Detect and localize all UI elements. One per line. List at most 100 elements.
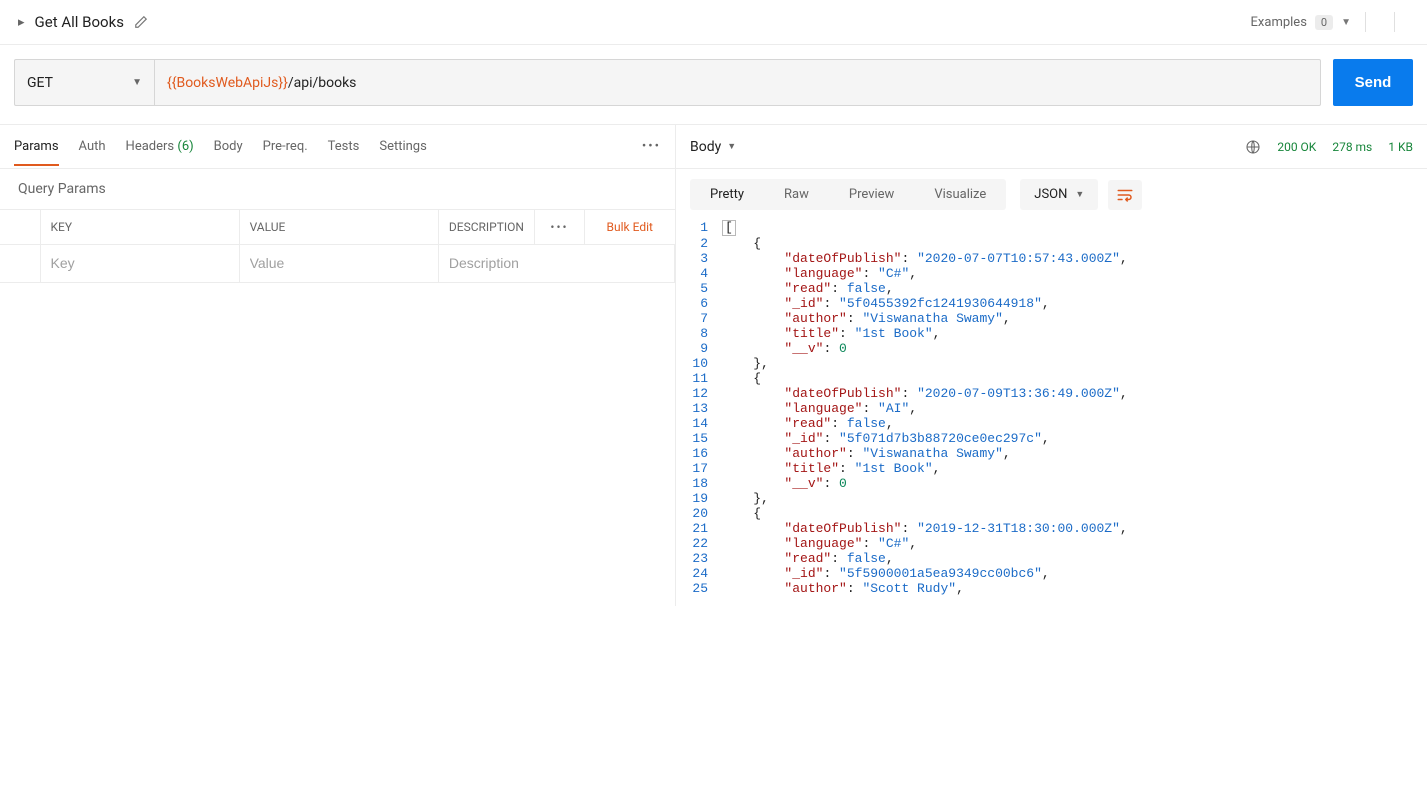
line-number: 1 [676,220,722,236]
code-line: 25 "author": "Scott Rudy", [676,581,1427,596]
format-value: JSON [1034,187,1067,202]
view-preview[interactable]: Preview [829,179,914,210]
send-button[interactable]: Send [1333,59,1413,106]
param-key-input[interactable] [51,255,229,271]
code-line: 19 }, [676,491,1427,506]
line-number: 13 [676,401,722,416]
code-line: 18 "__v": 0 [676,476,1427,491]
line-number: 2 [676,236,722,251]
line-content: "dateOfPublish": "2020-07-09T13:36:49.00… [722,386,1128,401]
tab-headers-label: Headers [126,139,175,154]
code-line: 4 "language": "C#", [676,266,1427,281]
response-body-tab[interactable]: Body ▼ [690,139,736,155]
more-icon[interactable]: ••• [642,139,661,154]
request-name[interactable]: Get All Books [35,13,124,31]
expand-icon[interactable]: ▸ [18,15,25,30]
globe-icon[interactable] [1245,139,1261,155]
tab-settings[interactable]: Settings [379,127,426,166]
line-content: "__v": 0 [722,341,847,356]
line-content: { [722,506,761,521]
url-path: /api/books [288,75,357,91]
examples-label: Examples [1251,15,1307,30]
code-line: 7 "author": "Viswanatha Swamy", [676,311,1427,326]
tab-params[interactable]: Params [14,127,59,166]
param-desc-input[interactable] [449,255,664,271]
wrap-lines-icon[interactable] [1108,180,1142,210]
line-content: "dateOfPublish": "2019-12-31T18:30:00.00… [722,521,1128,536]
line-content: { [722,371,761,386]
response-code[interactable]: 1[2 {3 "dateOfPublish": "2020-07-07T10:5… [676,220,1427,606]
line-number: 12 [676,386,722,401]
line-content: "title": "1st Book", [722,326,940,341]
tab-headers[interactable]: Headers (6) [126,127,194,166]
line-number: 5 [676,281,722,296]
tab-prereq[interactable]: Pre-req. [263,127,308,166]
code-line: 14 "read": false, [676,416,1427,431]
method-select[interactable]: GET ▼ [15,60,155,105]
response-tab-label: Body [690,139,721,155]
method-value: GET [27,75,53,91]
line-content: "language": "C#", [722,266,917,281]
line-content: "author": "Viswanatha Swamy", [722,446,1011,461]
response-size: 1 KB [1388,140,1413,154]
response-pane: Body ▼ 200 OK 278 ms 1 KB Pretty Raw Pre… [676,125,1427,606]
line-content: "title": "1st Book", [722,461,940,476]
code-line: 15 "_id": "5f071d7b3b88720ce0ec297c", [676,431,1427,446]
line-number: 9 [676,341,722,356]
line-number: 20 [676,506,722,521]
examples-count: 0 [1315,15,1333,30]
col-more-icon[interactable]: ••• [535,210,585,245]
bulk-edit-link[interactable]: Bulk Edit [585,210,675,245]
line-content: "_id": "5f071d7b3b88720ce0ec297c", [722,431,1050,446]
line-content: "_id": "5f0455392fc1241930644918", [722,296,1050,311]
code-line: 22 "language": "C#", [676,536,1427,551]
param-row [0,245,675,283]
line-number: 3 [676,251,722,266]
line-number: 4 [676,266,722,281]
chevron-down-icon: ▼ [1075,189,1084,200]
line-content: "language": "C#", [722,536,917,551]
examples-dropdown[interactable]: Examples 0 ▼ [1251,15,1351,30]
tab-body[interactable]: Body [214,127,243,166]
format-select[interactable]: JSON ▼ [1020,179,1098,210]
line-number: 23 [676,551,722,566]
line-number: 16 [676,446,722,461]
chevron-down-icon: ▼ [132,77,142,88]
tab-tests[interactable]: Tests [328,127,360,166]
url-row: GET ▼ {{BooksWebApiJs}}/api/books Send [0,45,1427,124]
edit-icon[interactable] [134,15,148,29]
view-visualize[interactable]: Visualize [914,179,1006,210]
code-line: 23 "read": false, [676,551,1427,566]
code-line: 8 "title": "1st Book", [676,326,1427,341]
line-content: "read": false, [722,551,894,566]
request-header: ▸ Get All Books Examples 0 ▼ [0,0,1427,45]
line-number: 10 [676,356,722,371]
divider [1394,12,1395,32]
query-params-title: Query Params [0,169,675,209]
line-content: [ [722,220,736,236]
line-number: 7 [676,311,722,326]
tab-auth[interactable]: Auth [79,127,106,166]
line-number: 17 [676,461,722,476]
code-line: 9 "__v": 0 [676,341,1427,356]
chevron-down-icon: ▼ [727,141,736,152]
code-line: 16 "author": "Viswanatha Swamy", [676,446,1427,461]
param-value-input[interactable] [250,255,428,271]
line-number: 18 [676,476,722,491]
view-raw[interactable]: Raw [764,179,829,210]
url-input[interactable]: {{BooksWebApiJs}}/api/books [155,60,1320,105]
code-line: 20 { [676,506,1427,521]
code-line: 17 "title": "1st Book", [676,461,1427,476]
line-content: "_id": "5f5900001a5ea9349cc00bc6", [722,566,1050,581]
code-line: 3 "dateOfPublish": "2020-07-07T10:57:43.… [676,251,1427,266]
code-line: 12 "dateOfPublish": "2020-07-09T13:36:49… [676,386,1427,401]
line-number: 24 [676,566,722,581]
code-line: 6 "_id": "5f0455392fc1241930644918", [676,296,1427,311]
col-value: VALUE [239,210,438,245]
col-key: KEY [40,210,239,245]
view-pretty[interactable]: Pretty [690,179,764,210]
code-line: 24 "_id": "5f5900001a5ea9349cc00bc6", [676,566,1427,581]
line-number: 21 [676,521,722,536]
line-content: { [722,236,761,251]
headers-count: (6) [177,139,193,154]
